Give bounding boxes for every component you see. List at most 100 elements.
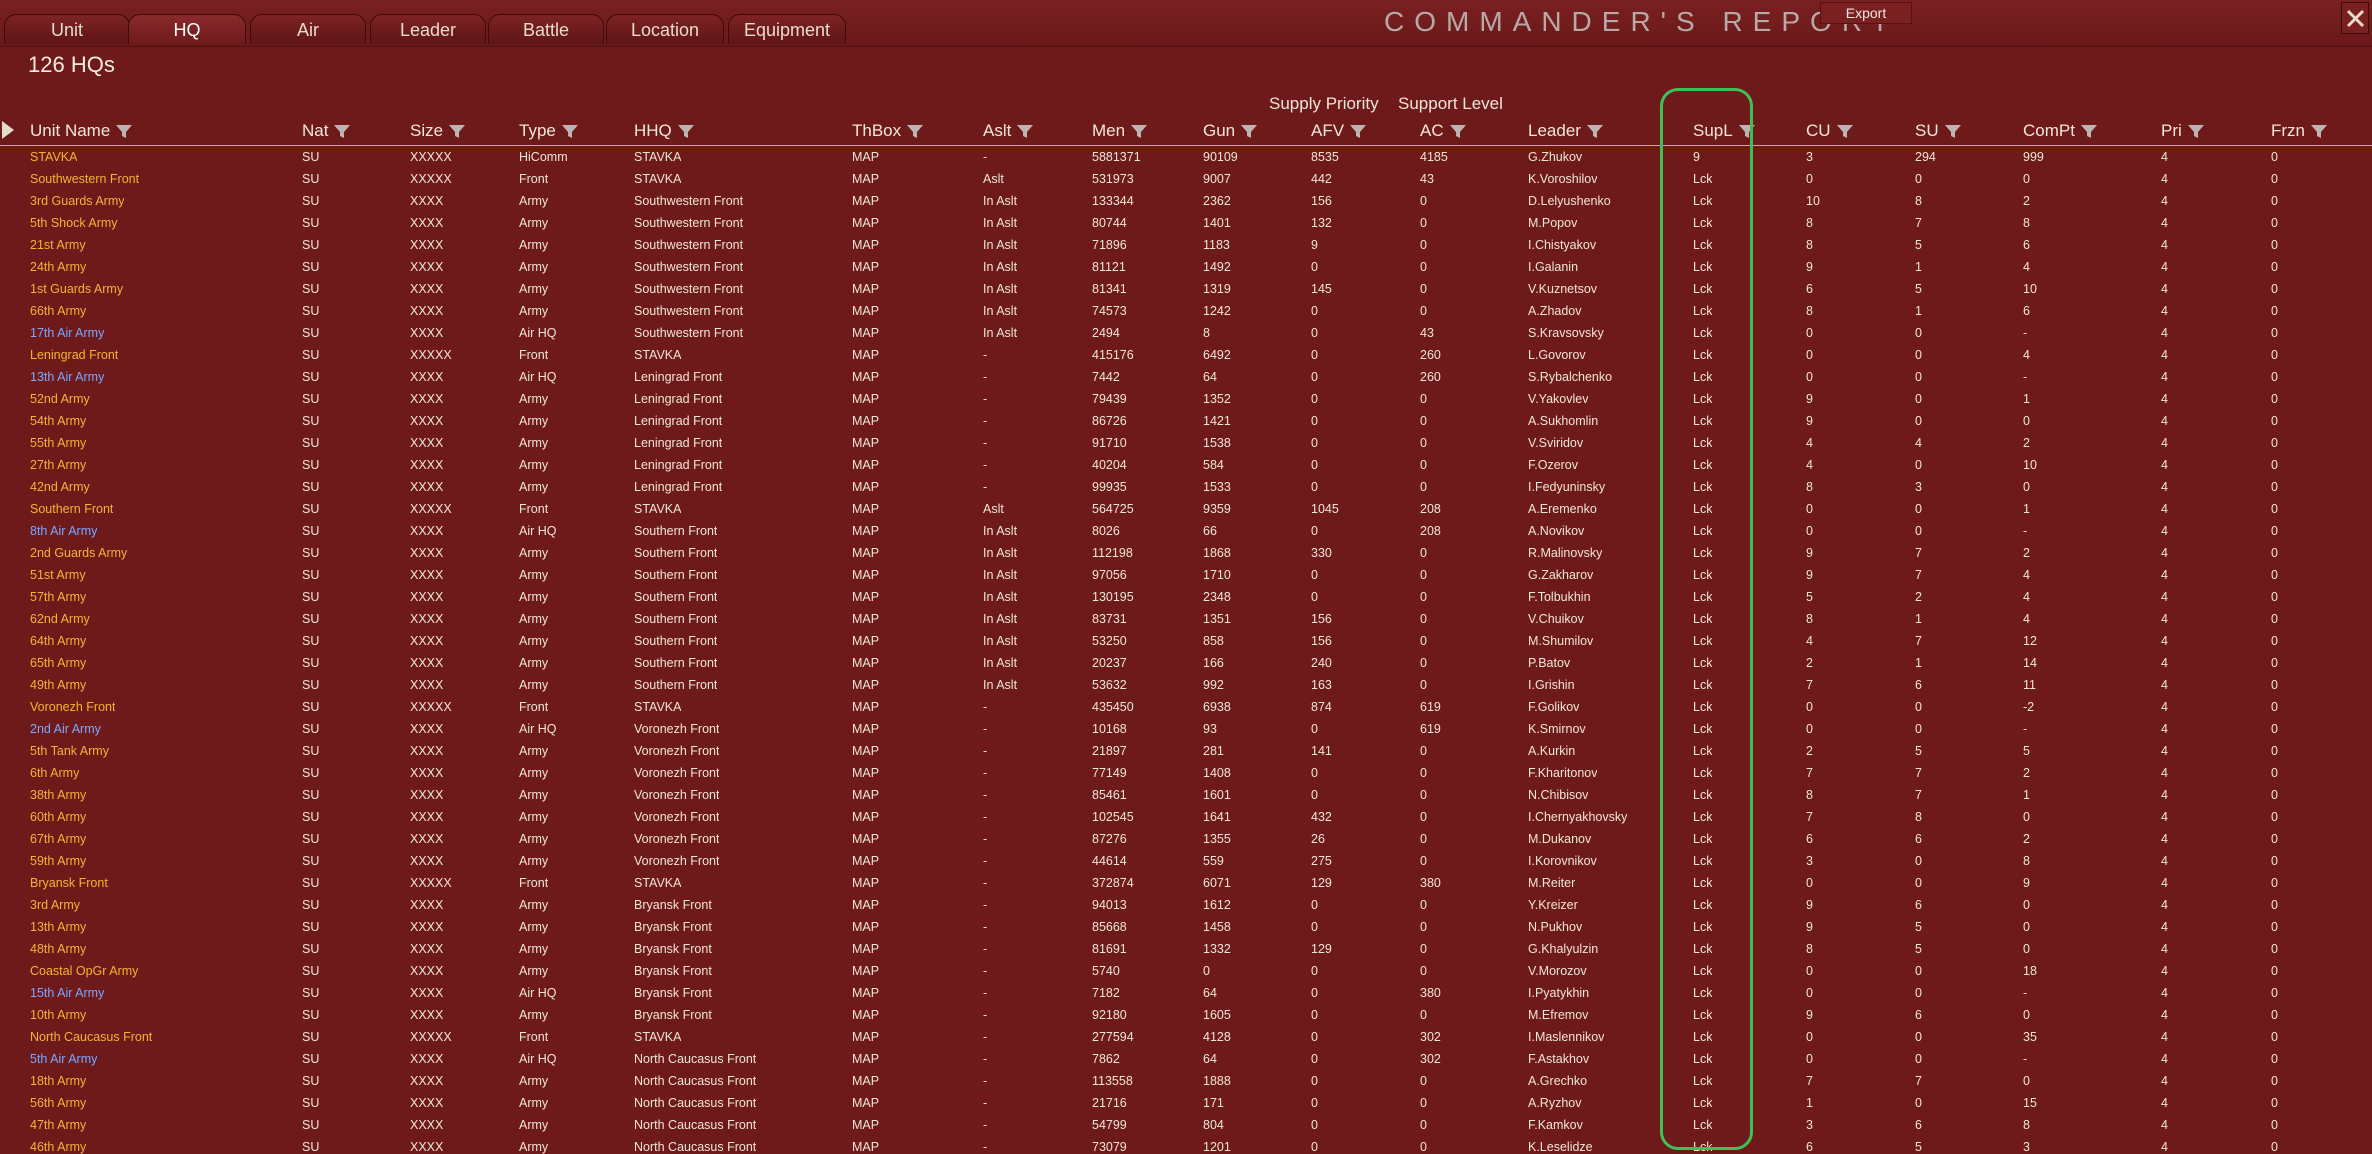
filter-icon[interactable] [2187,123,2205,139]
column-header-frzn[interactable]: Frzn [2271,119,2328,143]
filter-icon[interactable] [1944,123,1962,139]
cell-name[interactable]: 2nd Air Army [30,718,101,740]
cell-name[interactable]: 5th Air Army [30,1048,97,1070]
cell-name[interactable]: 47th Army [30,1114,86,1136]
cell-name[interactable]: 21st Army [30,234,86,256]
cell-name[interactable]: 59th Army [30,850,86,872]
column-header-pri[interactable]: Pri [2161,119,2205,143]
cell-name[interactable]: 24th Army [30,256,86,278]
column-header-thbox[interactable]: ThBox [852,119,924,143]
table-row[interactable]: North Caucasus Front SU XXXXX Front STAVKA MA… [0,1026,2372,1048]
table-row[interactable]: Leningrad Front SU XXXXX Front STAVKA MAP - 415… [0,344,2372,366]
table-row[interactable]: 5th Tank Army SU XXXX Army Voronezh Front MAP… [0,740,2372,762]
table-row[interactable]: Southwestern Front SU XXXXX Front STAVKA MAP A… [0,168,2372,190]
cell-name[interactable]: 13th Air Army [30,366,104,388]
column-header-unit-name[interactable]: Unit Name [30,119,133,143]
column-header-hhq[interactable]: HHQ [634,119,695,143]
tab-unit[interactable]: Unit [4,14,130,44]
table-row[interactable]: Coastal OpGr Army SU XXXX Army Bryansk Front… [0,960,2372,982]
cell-name[interactable]: Southwestern Front [30,168,139,190]
table-row[interactable]: 3rd Army SU XXXX Army Bryansk Front MAP - 94013… [0,894,2372,916]
column-header-cu[interactable]: CU [1806,119,1854,143]
column-header-men[interactable]: Men [1092,119,1148,143]
table-row[interactable]: 8th Air Army SU XXXX Air HQ Southern Front MA… [0,520,2372,542]
cell-name[interactable]: 52nd Army [30,388,90,410]
cell-name[interactable]: Leningrad Front [30,344,118,366]
filter-icon[interactable] [1349,123,1367,139]
table-row[interactable]: 62nd Army SU XXXX Army Southern Front MAP In A… [0,608,2372,630]
table-row[interactable]: 56th Army SU XXXX Army North Caucasus Front M… [0,1092,2372,1114]
table-row[interactable]: Southern Front SU XXXXX Front STAVKA MAP Aslt 5… [0,498,2372,520]
table-row[interactable]: 15th Air Army SU XXXX Air HQ Bryansk Front MA… [0,982,2372,1004]
table-row[interactable]: 55th Army SU XXXX Army Leningrad Front MAP - 91… [0,432,2372,454]
filter-icon[interactable] [115,123,133,139]
hq-table-body[interactable]: STAVKA SU XXXXX HiComm STAVKA MAP -5881371 9010… [0,146,2372,1154]
table-row[interactable]: 13th Air Army SU XXXX Air HQ Leningrad Front… [0,366,2372,388]
column-header-aslt[interactable]: Aslt [983,119,1034,143]
filter-icon[interactable] [1449,123,1467,139]
cell-name[interactable]: 15th Air Army [30,982,104,1004]
table-row[interactable]: 67th Army SU XXXX Army Voronezh Front MAP - 872… [0,828,2372,850]
column-header-compt[interactable]: ComPt [2023,119,2098,143]
cell-name[interactable]: 3rd Army [30,894,80,916]
table-row[interactable]: 57th Army SU XXXX Army Southern Front MAP In A… [0,586,2372,608]
cell-name[interactable]: 49th Army [30,674,86,696]
tab-air[interactable]: Air [250,14,366,44]
table-row[interactable]: 27th Army SU XXXX Army Leningrad Front MAP -40… [0,454,2372,476]
table-row[interactable]: 65th Army SU XXXX Army Southern Front MAP In A… [0,652,2372,674]
filter-icon[interactable] [1016,123,1034,139]
cell-name[interactable]: 5th Shock Army [30,212,118,234]
cell-name[interactable]: 46th Army [30,1136,86,1154]
filter-icon[interactable] [448,123,466,139]
table-row[interactable]: 5th Shock Army SU XXXX Army Southwestern Fro… [0,212,2372,234]
cell-name[interactable]: 42nd Army [30,476,90,498]
cell-name[interactable]: Coastal OpGr Army [30,960,138,982]
table-row[interactable]: 2nd Guards Army SU XXXX Army Southern Front M… [0,542,2372,564]
table-row[interactable]: 48th Army SU XXXX Army Bryansk Front MAP - 8169… [0,938,2372,960]
cell-name[interactable]: 65th Army [30,652,86,674]
filter-icon[interactable] [1130,123,1148,139]
table-row[interactable]: 42nd Army SU XXXX Army Leningrad Front MAP - 99… [0,476,2372,498]
cell-name[interactable]: 60th Army [30,806,86,828]
cell-name[interactable]: 8th Air Army [30,520,97,542]
cell-name[interactable]: 6th Army [30,762,79,784]
filter-icon[interactable] [2310,123,2328,139]
cell-name[interactable]: 48th Army [30,938,86,960]
cell-name[interactable]: Southern Front [30,498,113,520]
tab-battle[interactable]: Battle [488,14,604,44]
table-row[interactable]: 51st Army SU XXXX Army Southern Front MAP In A… [0,564,2372,586]
cell-name[interactable]: 13th Army [30,916,86,938]
cell-name[interactable]: 64th Army [30,630,86,652]
table-row[interactable]: 1st Guards Army SU XXXX Army Southwestern Fr… [0,278,2372,300]
column-header-gun[interactable]: Gun [1203,119,1258,143]
cell-name[interactable]: 2nd Guards Army [30,542,127,564]
tab-leader[interactable]: Leader [370,14,486,44]
filter-icon[interactable] [561,123,579,139]
table-row[interactable]: 38th Army SU XXXX Army Voronezh Front MAP - 854… [0,784,2372,806]
column-header-afv[interactable]: AFV [1311,119,1367,143]
column-header-nat[interactable]: Nat [302,119,351,143]
cell-name[interactable]: Bryansk Front [30,872,108,894]
cell-name[interactable]: 56th Army [30,1092,86,1114]
cell-name[interactable]: 27th Army [30,454,86,476]
cell-name[interactable]: 38th Army [30,784,86,806]
filter-icon[interactable] [1836,123,1854,139]
cell-name[interactable]: 18th Army [30,1070,86,1092]
filter-icon[interactable] [2080,123,2098,139]
cell-name[interactable]: 51st Army [30,564,86,586]
cell-name[interactable]: 66th Army [30,300,86,322]
filter-icon[interactable] [1738,123,1756,139]
table-row[interactable]: STAVKA SU XXXXX HiComm STAVKA MAP - 5881371 9010… [0,146,2372,168]
table-row[interactable]: Bryansk Front SU XXXXX Front STAVKA MAP - 37287… [0,872,2372,894]
column-header-ac[interactable]: AC [1420,119,1467,143]
table-row[interactable]: 52nd Army SU XXXX Army Leningrad Front MAP - 79… [0,388,2372,410]
cell-name[interactable]: 57th Army [30,586,86,608]
column-header-supl[interactable]: SupL [1693,119,1756,143]
tab-hq[interactable]: HQ [128,14,246,44]
cell-name[interactable]: 3rd Guards Army [30,190,124,212]
column-header-size[interactable]: Size [410,119,466,143]
table-row[interactable]: 2nd Air Army SU XXXX Air HQ Voronezh Front MA… [0,718,2372,740]
table-row[interactable]: 10th Army SU XXXX Army Bryansk Front MAP - 9218… [0,1004,2372,1026]
table-row[interactable]: 64th Army SU XXXX Army Southern Front MAP In A… [0,630,2372,652]
expand-arrow-icon[interactable] [2,121,14,139]
